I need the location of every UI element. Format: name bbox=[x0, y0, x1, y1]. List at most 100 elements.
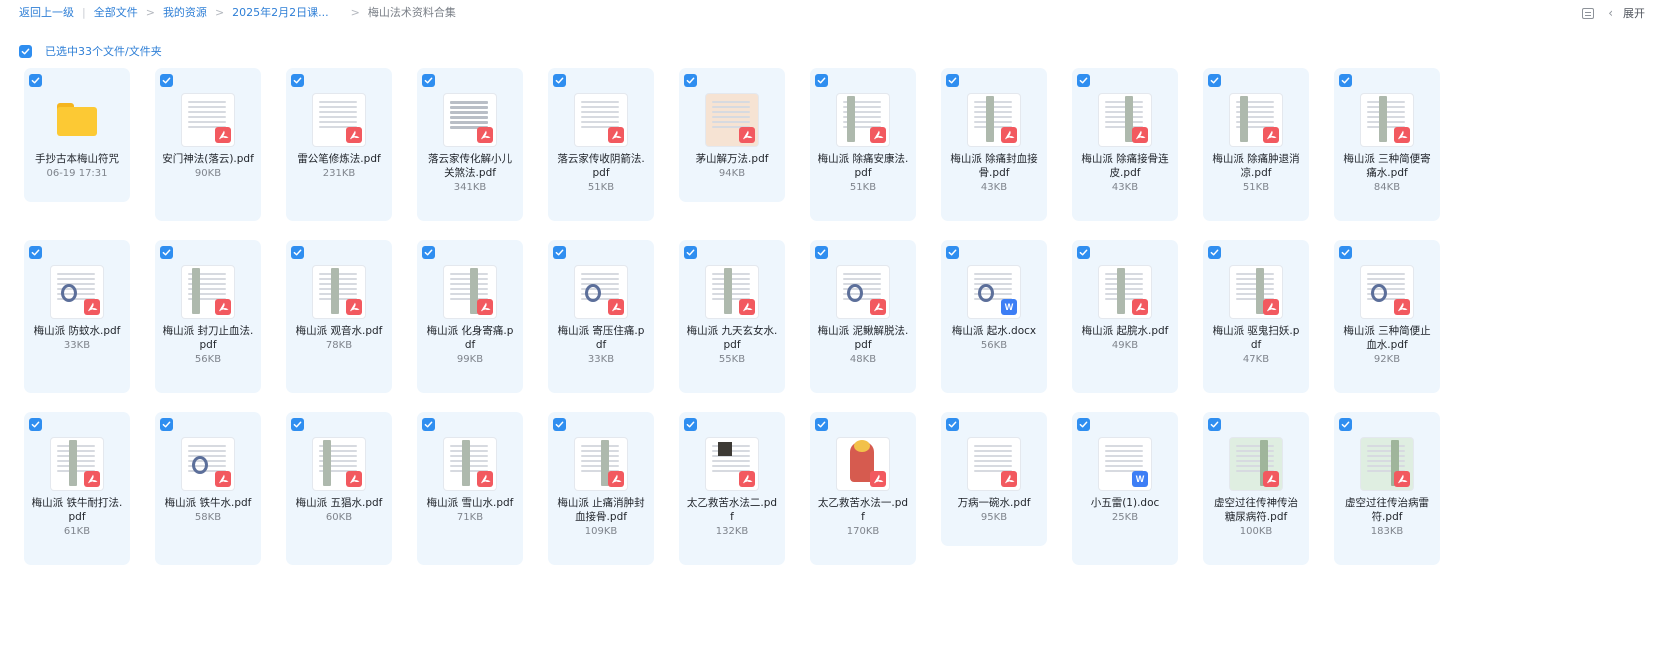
file-card[interactable]: 太乙救苦水法二.pdf 132KB bbox=[679, 412, 785, 565]
file-card[interactable]: 梅山派 九天玄女水.pdf 55KB bbox=[679, 240, 785, 393]
file-size: 33KB bbox=[587, 354, 615, 365]
file-card[interactable]: W 小五雷(1).doc 25KB bbox=[1072, 412, 1178, 565]
file-checkbox[interactable] bbox=[291, 74, 304, 87]
file-checkbox[interactable] bbox=[29, 246, 42, 259]
file-checkbox[interactable] bbox=[29, 74, 42, 87]
breadcrumb-current: 梅山法术资料合集 bbox=[367, 6, 456, 19]
file-size: 58KB bbox=[194, 512, 222, 523]
file-card[interactable]: 梅山派 除痛接骨连皮.pdf 43KB bbox=[1072, 68, 1178, 221]
file-card[interactable]: 梅山派 驱鬼扫妖.pdf 47KB bbox=[1203, 240, 1309, 393]
file-thumbnail bbox=[444, 438, 496, 490]
pdf-icon bbox=[739, 299, 755, 315]
file-checkbox[interactable] bbox=[422, 418, 435, 431]
file-card[interactable]: 虚空过往传神传治糖尿病符.pdf 100KB bbox=[1203, 412, 1309, 565]
breadcrumb-item-course-folder[interactable]: 2025年2月2日课... bbox=[232, 4, 328, 20]
file-size: 100KB bbox=[1239, 526, 1273, 537]
pdf-icon bbox=[1263, 471, 1279, 487]
file-card[interactable]: 梅山派 除痛安康法.pdf 51KB bbox=[810, 68, 916, 221]
file-thumbnail bbox=[1230, 266, 1282, 318]
list-view-icon[interactable] bbox=[1582, 7, 1595, 19]
file-card[interactable]: 梅山派 三种简便止血水.pdf 92KB bbox=[1334, 240, 1440, 393]
file-thumbnail bbox=[182, 438, 234, 490]
pdf-icon bbox=[215, 127, 231, 143]
file-thumbnail bbox=[837, 438, 889, 490]
file-card[interactable]: 梅山派 雪山水.pdf 71KB bbox=[417, 412, 523, 565]
file-size: 132KB bbox=[715, 526, 749, 537]
chevron-right-icon: > bbox=[145, 5, 155, 19]
file-name: 虚空过往传治病雷符.pdf bbox=[1345, 497, 1429, 523]
file-card[interactable]: 梅山派 除痛肿退消凉.pdf 51KB bbox=[1203, 68, 1309, 221]
file-checkbox[interactable] bbox=[1208, 418, 1221, 431]
file-thumbnail bbox=[182, 266, 234, 318]
pdf-icon bbox=[477, 471, 493, 487]
file-card[interactable]: 梅山派 铁牛耐打法.pdf 61KB bbox=[24, 412, 130, 565]
file-size: 61KB bbox=[63, 526, 91, 537]
file-card[interactable]: 梅山派 除痛封血接骨.pdf 43KB bbox=[941, 68, 1047, 221]
file-card[interactable]: 落云家传化解小儿关煞法.pdf 341KB bbox=[417, 68, 523, 221]
file-name: 茅山解万法.pdf bbox=[695, 153, 769, 165]
file-card[interactable]: 茅山解万法.pdf 94KB bbox=[679, 68, 785, 202]
file-thumbnail bbox=[575, 94, 627, 146]
folder-card[interactable]: 手抄古本梅山符咒 06-19 17:31 bbox=[24, 68, 130, 202]
file-checkbox[interactable] bbox=[422, 74, 435, 87]
file-checkbox[interactable] bbox=[553, 74, 566, 87]
file-checkbox[interactable] bbox=[160, 418, 173, 431]
select-all-checkbox[interactable] bbox=[19, 44, 32, 58]
file-checkbox[interactable] bbox=[1339, 74, 1352, 87]
back-link[interactable]: 返回上一级 bbox=[19, 4, 74, 20]
file-checkbox[interactable] bbox=[684, 418, 697, 431]
file-card[interactable]: 梅山派 化身寄痛.pdf 99KB bbox=[417, 240, 523, 393]
file-card[interactable]: 雷公笔修炼法.pdf 231KB bbox=[286, 68, 392, 221]
file-card[interactable]: 梅山派 铁牛水.pdf 58KB bbox=[155, 412, 261, 565]
file-card[interactable]: W 梅山派 起水.docx 56KB bbox=[941, 240, 1047, 393]
file-checkbox[interactable] bbox=[1339, 418, 1352, 431]
file-card[interactable]: 梅山派 起脘水.pdf 49KB bbox=[1072, 240, 1178, 393]
breadcrumb-item-my-resources[interactable]: 我的资源 bbox=[163, 4, 207, 20]
file-card[interactable]: 梅山派 寄压住痛.pdf 33KB bbox=[548, 240, 654, 393]
file-checkbox[interactable] bbox=[553, 246, 566, 259]
file-size: 231KB bbox=[322, 168, 356, 179]
file-checkbox[interactable] bbox=[160, 74, 173, 87]
file-checkbox[interactable] bbox=[815, 418, 828, 431]
file-checkbox[interactable] bbox=[29, 418, 42, 431]
file-card[interactable]: 万病一碗水.pdf 95KB bbox=[941, 412, 1047, 546]
file-checkbox[interactable] bbox=[815, 246, 828, 259]
file-name: 梅山派 止痛消肿封血接骨.pdf bbox=[557, 497, 645, 523]
file-checkbox[interactable] bbox=[1077, 74, 1090, 87]
file-checkbox[interactable] bbox=[1339, 246, 1352, 259]
file-checkbox[interactable] bbox=[1077, 418, 1090, 431]
pdf-icon bbox=[215, 471, 231, 487]
file-name: 梅山派 起脘水.pdf bbox=[1081, 325, 1169, 337]
file-checkbox[interactable] bbox=[422, 246, 435, 259]
file-checkbox[interactable] bbox=[684, 74, 697, 87]
file-card[interactable]: 梅山派 泥鳅解脱法.pdf 48KB bbox=[810, 240, 916, 393]
breadcrumb-item-all-files[interactable]: 全部文件 bbox=[94, 4, 138, 20]
file-checkbox[interactable] bbox=[1208, 246, 1221, 259]
file-card[interactable]: 梅山派 三种简便寄痛水.pdf 84KB bbox=[1334, 68, 1440, 221]
folder-date: 06-19 17:31 bbox=[46, 168, 108, 179]
file-size: 95KB bbox=[980, 512, 1008, 523]
file-card[interactable]: 梅山派 封刀止血法.pdf 56KB bbox=[155, 240, 261, 393]
file-card[interactable]: 梅山派 五猖水.pdf 60KB bbox=[286, 412, 392, 565]
file-checkbox[interactable] bbox=[946, 418, 959, 431]
file-checkbox[interactable] bbox=[684, 246, 697, 259]
file-checkbox[interactable] bbox=[815, 74, 828, 87]
file-card[interactable]: 虚空过往传治病雷符.pdf 183KB bbox=[1334, 412, 1440, 565]
file-checkbox[interactable] bbox=[946, 74, 959, 87]
file-checkbox[interactable] bbox=[1077, 246, 1090, 259]
file-checkbox[interactable] bbox=[1208, 74, 1221, 87]
file-card[interactable]: 安门神法(落云).pdf 90KB bbox=[155, 68, 261, 221]
file-card[interactable]: 梅山派 观音水.pdf 78KB bbox=[286, 240, 392, 393]
file-card[interactable]: 梅山派 止痛消肿封血接骨.pdf 109KB bbox=[548, 412, 654, 565]
file-checkbox[interactable] bbox=[553, 418, 566, 431]
file-checkbox[interactable] bbox=[291, 246, 304, 259]
file-checkbox[interactable] bbox=[946, 246, 959, 259]
file-checkbox[interactable] bbox=[160, 246, 173, 259]
file-checkbox[interactable] bbox=[291, 418, 304, 431]
file-size: 84KB bbox=[1373, 182, 1401, 193]
file-card[interactable]: 梅山派 防蚊水.pdf 33KB bbox=[24, 240, 130, 393]
expand-button[interactable]: 展开 bbox=[1623, 5, 1645, 21]
file-card[interactable]: 落云家传收阴箭法.pdf 51KB bbox=[548, 68, 654, 221]
file-card[interactable]: 太乙救苦水法一.pdf 170KB bbox=[810, 412, 916, 565]
chevron-left-icon[interactable]: ‹ bbox=[1608, 6, 1613, 20]
